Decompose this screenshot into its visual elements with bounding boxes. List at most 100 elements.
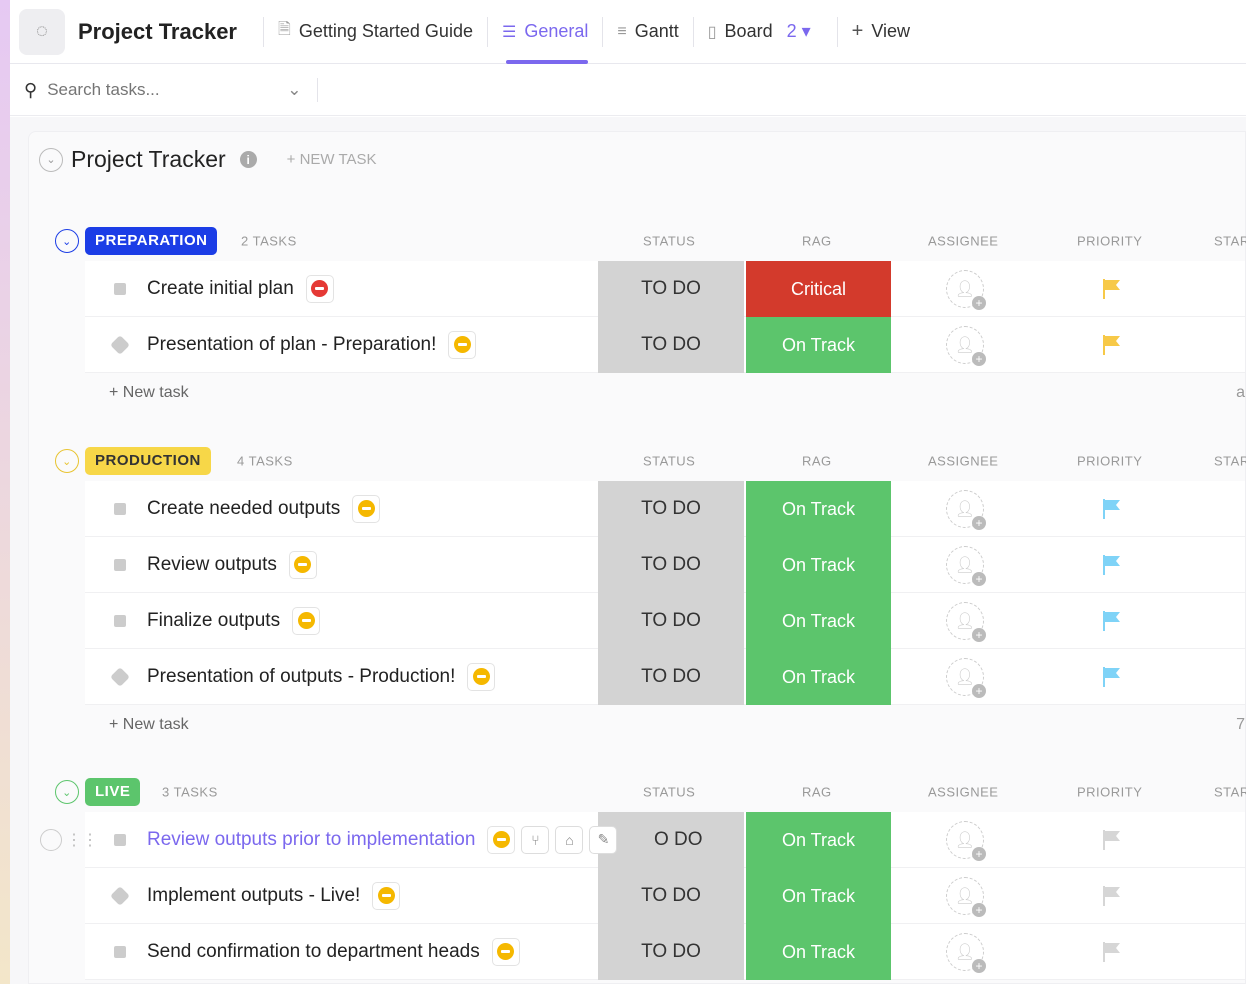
task-row[interactable]: Send confirmation to department heads TO… xyxy=(85,924,1245,980)
task-name[interactable]: Implement outputs - Live! xyxy=(147,881,401,910)
column-header-assignee[interactable]: ASSIGNEE xyxy=(928,454,998,469)
task-name[interactable]: Finalize outputs xyxy=(147,606,321,635)
group-badge[interactable]: PRODUCTION xyxy=(85,447,211,475)
new-task-button[interactable]: + New task xyxy=(109,716,189,734)
task-name[interactable]: Send confirmation to department heads xyxy=(147,937,520,966)
task-status-icon[interactable] xyxy=(114,834,126,846)
tab-general[interactable]: ☰ General xyxy=(488,0,602,64)
edit-icon[interactable]: ✎ xyxy=(589,825,618,854)
start-date[interactable]: S xyxy=(1205,943,1246,961)
add-assignee-icon[interactable]: 👤︎ xyxy=(946,546,986,586)
new-task-button[interactable]: + NEW TASK xyxy=(287,151,377,168)
task-status-icon[interactable] xyxy=(114,283,126,295)
task-name[interactable]: Create initial plan xyxy=(147,274,334,303)
rag-cell[interactable]: On Track xyxy=(746,317,891,373)
task-name[interactable]: Review outputs xyxy=(147,550,317,579)
start-date[interactable]: Se xyxy=(1205,887,1246,905)
start-date[interactable]: Yes xyxy=(1205,556,1246,574)
add-assignee-icon[interactable]: 👤︎ xyxy=(946,877,986,917)
priority-pill[interactable] xyxy=(448,330,477,359)
priority-pill[interactable] xyxy=(292,606,321,635)
search-input[interactable] xyxy=(47,80,288,100)
start-date[interactable]: 3 da xyxy=(1205,500,1246,518)
space-icon[interactable]: ◌ xyxy=(19,8,65,55)
column-header-rag[interactable]: RAG xyxy=(802,234,832,249)
status-cell[interactable]: O DO xyxy=(598,812,744,868)
select-checkbox[interactable] xyxy=(40,829,62,851)
task-status-icon[interactable] xyxy=(114,615,126,627)
task-name[interactable]: Review outputs prior to implementation ⑂… xyxy=(147,825,618,854)
add-assignee-icon[interactable]: 👤︎ xyxy=(946,933,986,973)
start-date[interactable]: T xyxy=(1205,831,1246,849)
priority-pill[interactable] xyxy=(288,550,317,579)
status-cell[interactable]: TO DO xyxy=(598,868,744,924)
column-header-priority[interactable]: PRIORITY xyxy=(1077,454,1142,469)
info-icon[interactable]: i xyxy=(239,151,257,168)
rag-cell[interactable]: On Track xyxy=(746,868,891,924)
column-header-start[interactable]: STAR xyxy=(1214,785,1246,800)
priority-pill[interactable] xyxy=(467,662,496,691)
chevron-down-icon[interactable]: ⌄ xyxy=(287,80,301,100)
task-row[interactable]: Create needed outputs TO DO On Track 👤︎ … xyxy=(85,481,1245,537)
status-cell[interactable]: TO DO xyxy=(598,261,744,317)
add-assignee-icon[interactable]: 👤︎ xyxy=(946,490,986,530)
priority-flag-icon[interactable] xyxy=(1103,555,1121,575)
priority-flag-icon[interactable] xyxy=(1103,830,1121,850)
priority-flag-icon[interactable] xyxy=(1103,279,1121,299)
status-cell[interactable]: TO DO xyxy=(598,317,744,373)
task-row[interactable]: Review outputs TO DO On Track 👤︎ Yes xyxy=(85,537,1245,593)
task-row[interactable]: Presentation of outputs - Production! TO… xyxy=(85,649,1245,705)
status-cell[interactable]: TO DO xyxy=(598,537,744,593)
group-badge[interactable]: LIVE xyxy=(85,778,141,806)
column-header-priority[interactable]: PRIORITY xyxy=(1077,785,1142,800)
priority-pill[interactable] xyxy=(372,881,401,910)
start-date[interactable]: Au xyxy=(1205,336,1246,354)
tag-icon[interactable]: ⌂ xyxy=(555,825,584,854)
priority-flag-icon[interactable] xyxy=(1103,499,1121,519)
group-toggle-icon[interactable]: ⌄ xyxy=(55,229,79,253)
more-views-dropdown[interactable]: 2 ▾ xyxy=(787,21,811,42)
task-row[interactable]: Finalize outputs TO DO On Track 👤︎ Ton xyxy=(85,593,1245,649)
status-cell[interactable]: TO DO xyxy=(598,924,744,980)
priority-pill[interactable] xyxy=(305,274,334,303)
priority-flag-icon[interactable] xyxy=(1103,886,1121,906)
rag-cell[interactable]: On Track xyxy=(746,537,891,593)
rag-cell[interactable]: Critical xyxy=(746,261,891,317)
tab-board[interactable]: ▯ Board 2 ▾ xyxy=(694,0,825,64)
priority-pill[interactable] xyxy=(352,494,381,523)
task-row[interactable]: Create initial plan TO DO Critical 👤︎ Au xyxy=(85,261,1245,317)
tab-gantt[interactable]: ≡ Gantt xyxy=(603,0,692,64)
task-name[interactable]: Create needed outputs xyxy=(147,494,381,523)
task-name[interactable]: Presentation of plan - Preparation! xyxy=(147,330,477,359)
drag-handle-icon[interactable]: ⋮⋮ xyxy=(66,830,98,850)
priority-flag-icon[interactable] xyxy=(1103,942,1121,962)
task-row[interactable]: ⋮⋮ Review outputs prior to implementatio… xyxy=(40,812,1246,868)
add-assignee-icon[interactable]: 👤︎ xyxy=(946,326,986,366)
group-toggle-icon[interactable]: ⌄ xyxy=(55,449,79,473)
milestone-icon[interactable] xyxy=(110,335,130,355)
priority-flag-icon[interactable] xyxy=(1103,611,1121,631)
column-header-rag[interactable]: RAG xyxy=(802,785,832,800)
rag-cell[interactable]: On Track xyxy=(746,481,891,537)
status-cell[interactable]: TO DO xyxy=(598,649,744,705)
column-header-start[interactable]: STAR xyxy=(1214,454,1246,469)
start-date[interactable]: S xyxy=(1205,668,1246,686)
milestone-icon[interactable] xyxy=(110,667,130,687)
rag-cell[interactable]: On Track xyxy=(746,649,891,705)
rag-cell[interactable]: On Track xyxy=(746,812,891,868)
column-header-status[interactable]: STATUS xyxy=(643,454,695,469)
subtask-icon[interactable]: ⑂ xyxy=(521,825,550,854)
milestone-icon[interactable] xyxy=(110,886,130,906)
group-badge[interactable]: PREPARATION xyxy=(85,227,218,255)
priority-pill[interactable] xyxy=(491,937,520,966)
column-header-priority[interactable]: PRIORITY xyxy=(1077,234,1142,249)
priority-flag-icon[interactable] xyxy=(1103,667,1121,687)
tab-getting-started[interactable]: 🗎 Getting Started Guide xyxy=(264,0,487,64)
start-date[interactable]: Ton xyxy=(1205,612,1246,630)
add-assignee-icon[interactable]: 👤︎ xyxy=(946,658,986,698)
column-header-assignee[interactable]: ASSIGNEE xyxy=(928,234,998,249)
rag-cell[interactable]: On Track xyxy=(746,924,891,980)
task-status-icon[interactable] xyxy=(114,503,126,515)
priority-flag-icon[interactable] xyxy=(1103,335,1121,355)
add-assignee-icon[interactable]: 👤︎ xyxy=(946,270,986,310)
